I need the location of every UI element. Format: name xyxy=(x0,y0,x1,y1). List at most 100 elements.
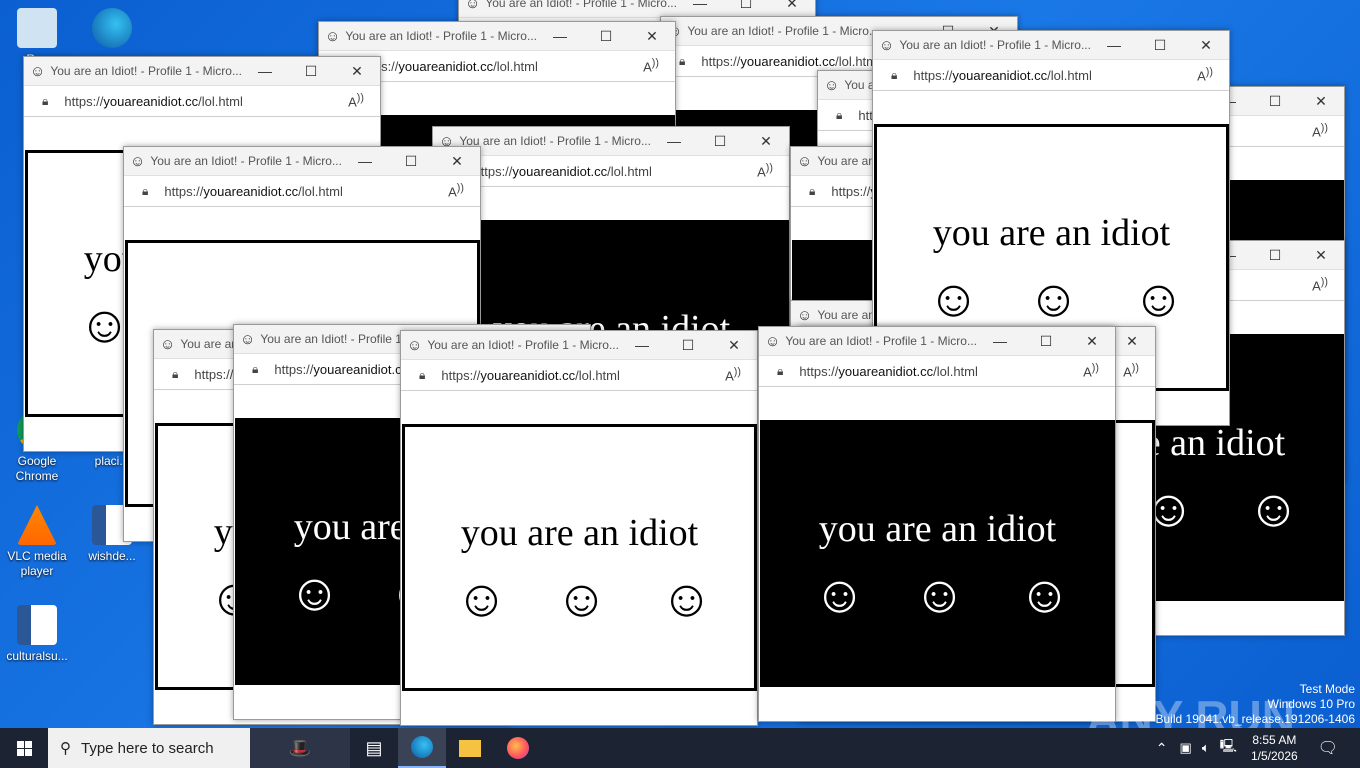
minimize-button[interactable]: — xyxy=(537,28,583,44)
url-text[interactable]: https://youareanidiot.cc/lol.html xyxy=(913,68,1197,83)
close-button[interactable]: ✕ xyxy=(1298,247,1344,264)
read-aloud-icon[interactable]: A)) xyxy=(348,92,364,109)
title-bar[interactable]: ☺ You are an Idiot! - Profile 1 - Micro.… xyxy=(124,147,480,175)
lock-icon: 🔒︎ xyxy=(891,67,898,82)
url-text[interactable]: https://youareanidiot.cc/lol.html xyxy=(359,59,643,74)
close-button[interactable]: ✕ xyxy=(711,337,757,354)
maximize-button[interactable]: ☐ xyxy=(1137,37,1183,54)
address-bar[interactable]: 🔒︎ https://youareanidiot.cc/lol.html A)) xyxy=(124,175,480,207)
read-aloud-icon[interactable]: A)) xyxy=(725,366,741,383)
taskbar-search[interactable]: ⚲ Type here to search xyxy=(48,728,250,768)
title-bar[interactable]: ☺ You are an Idiot! - Profile 1 - Micro.… xyxy=(24,57,380,85)
url-prefix: https:// xyxy=(701,53,741,69)
close-button[interactable]: ✕ xyxy=(629,28,675,45)
url-path: /lol.html xyxy=(493,58,538,74)
read-aloud-icon[interactable]: A)) xyxy=(1197,66,1213,83)
title-bar[interactable]: ☺ You are an Idiot! - Profile 1 - Micro.… xyxy=(759,327,1115,355)
meet-now-icon[interactable]: ▣ xyxy=(1180,740,1192,756)
maximize-button[interactable]: ☐ xyxy=(288,63,334,80)
lock-icon: 🔒︎ xyxy=(836,107,843,122)
read-aloud-icon[interactable]: A)) xyxy=(1312,122,1328,139)
lock-icon: 🔒︎ xyxy=(42,93,49,108)
url-text[interactable]: https://youareanidiot.cc/lol.html xyxy=(164,184,448,199)
volume-icon[interactable]: 🔈︎ xyxy=(1202,740,1210,756)
close-button[interactable]: ✕ xyxy=(334,63,380,80)
close-button[interactable]: ✕ xyxy=(743,133,789,150)
smiley-favicon-icon: ☺ xyxy=(765,332,781,350)
url-text[interactable]: https://youareanidiot.cc/lol.html xyxy=(473,164,757,179)
lock-icon: 🔒︎ xyxy=(142,183,149,198)
read-aloud-icon[interactable]: A)) xyxy=(643,57,659,74)
url-host: youareanidiot.cc xyxy=(103,93,199,109)
read-aloud-icon[interactable]: A)) xyxy=(1123,362,1139,379)
smiley-icon: ☺ xyxy=(78,297,132,354)
task-view-button[interactable]: ▤ xyxy=(350,728,398,768)
url-text[interactable]: https://youareanidiot.cc/lol.html xyxy=(64,94,348,109)
browser-popup-window[interactable]: ☺ You are an Idiot! - Profile 1 - Micro.… xyxy=(400,330,758,726)
window-title: You are an Idiot! - Profile 1 - Micro... xyxy=(150,154,342,168)
network-icon[interactable]: 🖳 xyxy=(1220,737,1237,759)
address-bar[interactable]: 🔒︎ https://youareanidiot.cc/lol.html A)) xyxy=(759,355,1115,387)
minimize-button[interactable]: — xyxy=(342,153,388,169)
title-bar[interactable]: ☺ You are an Idiot! - Profile 1 - Micro.… xyxy=(319,22,675,50)
read-aloud-icon[interactable]: A)) xyxy=(757,162,773,179)
desktop-icon-edge[interactable] xyxy=(75,8,149,52)
show-hidden-icons-button[interactable]: ⌃ xyxy=(1156,740,1168,757)
close-button[interactable]: ✕ xyxy=(1183,37,1229,54)
address-bar[interactable]: 🔒︎ https://youareanidiot.cc/lol.html A)) xyxy=(873,59,1229,91)
url-host: youareanidiot.cc xyxy=(480,367,576,383)
read-aloud-icon[interactable]: A)) xyxy=(1083,362,1099,379)
minimize-button[interactable]: — xyxy=(651,133,697,149)
maximize-button[interactable]: ☐ xyxy=(723,0,769,12)
action-center-icon[interactable]: 🗨︎ xyxy=(1318,738,1338,758)
title-bar[interactable]: ☺ You are an Idiot! - Profile 1 - Micro.… xyxy=(433,127,789,155)
url-path: /lol.html xyxy=(607,163,652,179)
minimize-button[interactable]: — xyxy=(977,333,1023,349)
edge-taskbar-button[interactable] xyxy=(398,728,446,768)
desktop-icon-culturalsu[interactable]: culturalsu... xyxy=(0,605,74,664)
url-host: youareanidiot.cc xyxy=(952,67,1048,83)
close-button[interactable]: ✕ xyxy=(434,153,480,170)
read-aloud-icon[interactable]: A)) xyxy=(1312,276,1328,293)
search-highlight-image[interactable]: 🎩 xyxy=(250,728,350,768)
read-aloud-icon[interactable]: A)) xyxy=(448,182,464,199)
firefox-button[interactable] xyxy=(494,728,542,768)
close-button[interactable]: ✕ xyxy=(1298,93,1344,110)
url-host: youareanidiot.cc xyxy=(398,58,494,74)
file-explorer-button[interactable] xyxy=(446,728,494,768)
minimize-button[interactable]: — xyxy=(242,63,288,79)
browser-popup-window[interactable]: ☺ You are an Idiot! - Profile 1 - Micro.… xyxy=(758,326,1116,722)
maximize-button[interactable]: ☐ xyxy=(697,133,743,150)
maximize-button[interactable]: ☐ xyxy=(1252,247,1298,264)
smiley-icon: ☺ xyxy=(927,271,981,328)
smiley-icon: ☺ xyxy=(913,567,967,624)
close-button[interactable]: ✕ xyxy=(1069,333,1115,350)
minimize-button[interactable]: — xyxy=(677,0,723,11)
maximize-button[interactable]: ☐ xyxy=(665,337,711,354)
desktop-icon-vlc[interactable]: VLC media player xyxy=(0,505,74,579)
window-title: You are an Idiot! - Profile 1 - Micro... xyxy=(427,338,619,352)
title-bar[interactable]: ☺ You are an Idiot! - Profile 1 - Micro.… xyxy=(873,31,1229,59)
clock[interactable]: 8:55 AM 1/5/2026 xyxy=(1251,732,1298,764)
minimize-button[interactable]: — xyxy=(619,337,665,353)
maximize-button[interactable]: ☐ xyxy=(583,28,629,45)
url-text[interactable]: https://youareanidiot.cc/lol.html xyxy=(799,364,1083,379)
address-bar[interactable]: 🔒︎ https://youareanidiot.cc/lol.html A)) xyxy=(433,155,789,187)
maximize-button[interactable]: ☐ xyxy=(1023,333,1069,350)
window-title: You are an Idiot! - Profile 1 - Micro... xyxy=(899,38,1091,52)
window-title: You are an Idiot! - Profile 1 - Micro... xyxy=(785,334,977,348)
start-button[interactable] xyxy=(0,728,48,768)
maximize-button[interactable]: ☐ xyxy=(388,153,434,170)
title-bar[interactable]: ☺ You are an Idiot! - Profile 1 - Micro.… xyxy=(459,0,815,17)
address-bar[interactable]: 🔒︎ https://youareanidiot.cc/lol.html A)) xyxy=(401,359,757,391)
maximize-button[interactable]: ☐ xyxy=(1252,93,1298,110)
address-bar[interactable]: 🔒︎ https://youareanidiot.cc/lol.html A)) xyxy=(24,85,380,117)
title-bar[interactable]: ☺ You are an Idiot! - Profile 1 - Micro.… xyxy=(401,331,757,359)
lock-icon: 🔒︎ xyxy=(777,363,784,378)
close-button[interactable]: ✕ xyxy=(769,0,815,12)
url-text[interactable]: https://youareanidiot.cc/lol.html xyxy=(441,368,725,383)
minimize-button[interactable]: — xyxy=(1091,37,1137,53)
idiot-message: you are an idiot xyxy=(818,508,1057,550)
smiley-favicon-icon: ☺ xyxy=(879,36,895,54)
url-host: youareanidiot.cc xyxy=(203,183,299,199)
